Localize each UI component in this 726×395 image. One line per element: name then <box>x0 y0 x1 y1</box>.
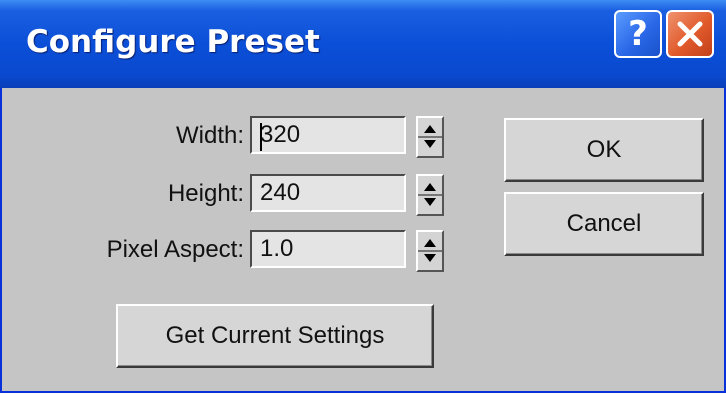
spinner-down-arrow-icon[interactable] <box>424 254 436 262</box>
height-value: 240 <box>260 179 301 206</box>
pixel-aspect-field[interactable]: 1.0 <box>250 230 406 268</box>
spinner-divider <box>418 194 442 196</box>
height-label: Height: <box>167 180 244 207</box>
get-current-settings-button[interactable]: Get Current Settings <box>116 304 434 368</box>
width-label: Width: <box>175 122 244 149</box>
width-value: 320 <box>260 121 301 148</box>
width-spinner[interactable] <box>416 116 444 158</box>
title-bar[interactable]: Configure Preset ? <box>0 0 726 88</box>
spinner-down-arrow-icon[interactable] <box>424 140 436 148</box>
question-mark-icon: ? <box>628 14 648 54</box>
close-x-icon <box>677 21 703 47</box>
height-spinner[interactable] <box>416 174 444 216</box>
dialog-title: Configure Preset <box>26 24 320 60</box>
configure-preset-dialog: Configure Preset ? Width: 320 Height: 24… <box>0 0 726 393</box>
spinner-divider <box>418 250 442 252</box>
ok-button[interactable]: OK <box>504 118 704 182</box>
width-field[interactable]: 320 <box>250 116 406 154</box>
spinner-up-arrow-icon[interactable] <box>424 125 436 133</box>
text-cursor <box>260 123 262 151</box>
spinner-divider <box>418 136 442 138</box>
dialog-body: Width: 320 Height: 240 Pixel Aspect: 1.0 <box>2 88 724 391</box>
pixel-aspect-label: Pixel Aspect: <box>106 236 244 263</box>
pixel-aspect-spinner[interactable] <box>416 230 444 272</box>
cancel-button[interactable]: Cancel <box>504 192 704 256</box>
spinner-down-arrow-icon[interactable] <box>424 198 436 206</box>
close-button[interactable] <box>666 10 714 58</box>
spinner-up-arrow-icon[interactable] <box>424 183 436 191</box>
help-button[interactable]: ? <box>614 10 662 58</box>
spinner-up-arrow-icon[interactable] <box>424 239 436 247</box>
height-field[interactable]: 240 <box>250 174 406 212</box>
pixel-aspect-value: 1.0 <box>260 235 294 262</box>
